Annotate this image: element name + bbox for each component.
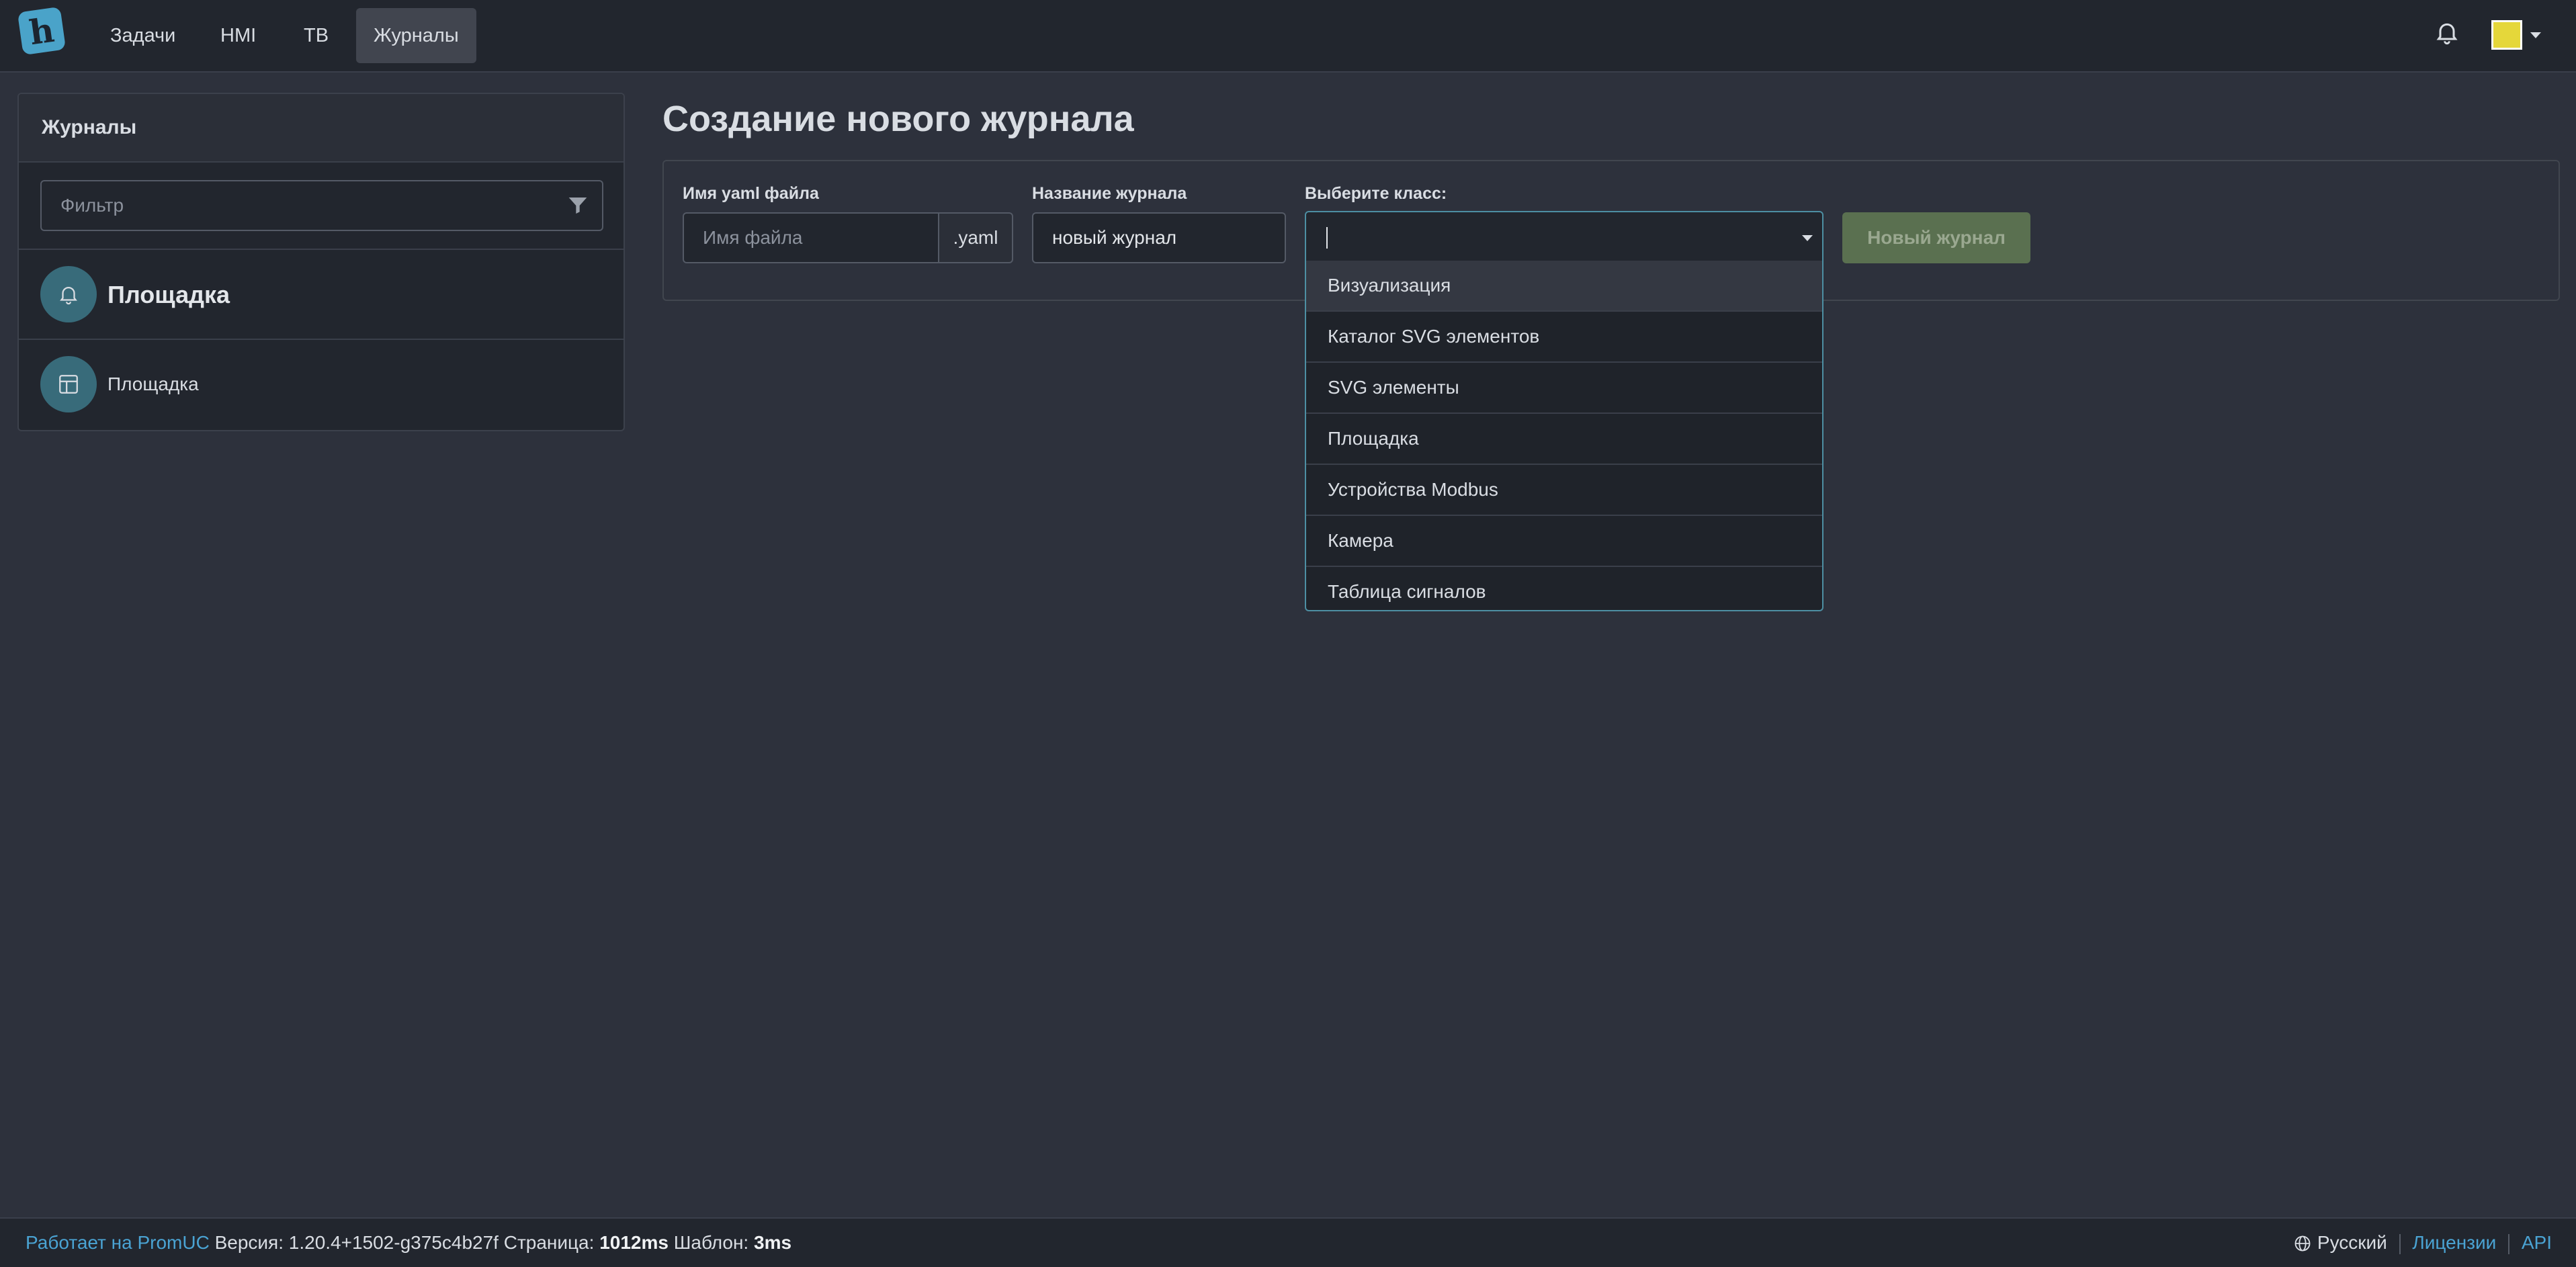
app-logo[interactable]: h: [17, 6, 67, 56]
class-option-signal-table[interactable]: Таблица сигналов: [1306, 567, 1822, 617]
page-title: Создание нового журнала: [662, 99, 1134, 139]
nav-item-hmi[interactable]: HMI: [203, 8, 273, 63]
version-label: Версия:: [214, 1232, 284, 1253]
version-value: 1.20.4+1502-g375c4b27f: [288, 1232, 499, 1253]
group-title: Площадка: [108, 281, 230, 308]
sidebar-item-ploshchadka[interactable]: Площадка: [19, 340, 624, 430]
footer-links: Русский Лицензии API: [2293, 1232, 2552, 1254]
class-option-svg-catalog[interactable]: Каталог SVG элементов: [1306, 312, 1822, 363]
table-icon: [40, 356, 97, 412]
yaml-extension-addon: .yaml: [939, 212, 1013, 263]
nav-item-tv[interactable]: ТВ: [286, 8, 346, 63]
journal-name-field[interactable]: [1032, 212, 1286, 263]
template-time-value: 3ms: [754, 1232, 792, 1253]
class-option-ploshchadka[interactable]: Площадка: [1306, 414, 1822, 465]
new-journal-button[interactable]: Новый журнал: [1842, 212, 2030, 263]
page-time-label: Страница:: [503, 1232, 595, 1253]
globe-icon: [2294, 1235, 2311, 1252]
yaml-file-field[interactable]: [683, 212, 939, 263]
sidebar-item-label: Площадка: [108, 374, 199, 394]
footer: Работает на PromUC Версия: 1.20.4+1502-g…: [0, 1217, 2576, 1267]
class-option-svg-elements[interactable]: SVG элементы: [1306, 363, 1822, 414]
text-cursor: [1326, 227, 1328, 249]
notifications-bell-icon[interactable]: [2434, 19, 2460, 46]
powered-by-link[interactable]: Работает на PromUC: [26, 1232, 210, 1253]
yaml-file-input[interactable]: [684, 214, 938, 262]
class-select-label: Выберите класс:: [1305, 184, 1447, 203]
footer-info: Работает на PromUC Версия: 1.20.4+1502-g…: [26, 1232, 791, 1254]
class-option-camera[interactable]: Камера: [1306, 516, 1822, 567]
footer-divider: [2508, 1233, 2510, 1254]
nav-item-tasks[interactable]: Задачи: [93, 8, 193, 63]
user-avatar[interactable]: [2491, 20, 2522, 50]
class-select[interactable]: [1305, 211, 1823, 262]
group-bell-icon: [40, 266, 97, 322]
language-selector[interactable]: Русский: [2317, 1232, 2387, 1253]
class-dropdown-menu: Визуализация Каталог SVG элементов SVG э…: [1305, 261, 1823, 611]
page-time-value: 1012ms: [599, 1232, 669, 1253]
class-option-visualization[interactable]: Визуализация: [1306, 261, 1822, 312]
filter-input[interactable]: [42, 181, 552, 230]
class-option-modbus-devices[interactable]: Устройства Modbus: [1306, 465, 1822, 516]
chevron-down-icon[interactable]: [1802, 235, 1813, 241]
template-time-label: Шаблон:: [673, 1232, 749, 1253]
license-link[interactable]: Лицензии: [2412, 1232, 2496, 1253]
avatar-caret-icon[interactable]: [2530, 32, 2541, 38]
footer-divider: [2399, 1233, 2401, 1254]
top-navbar: h Задачи HMI ТВ Журналы: [0, 0, 2576, 73]
journal-group-header[interactable]: Площадка: [19, 249, 624, 340]
nav-item-journals[interactable]: Журналы: [356, 8, 476, 63]
yaml-file-label: Имя yaml файла: [683, 184, 819, 203]
filter-icon[interactable]: [567, 195, 589, 216]
api-link[interactable]: API: [2522, 1232, 2552, 1253]
journals-sidebar: Журналы Площадка Площадка: [17, 93, 625, 431]
sidebar-title: Журналы: [19, 94, 624, 163]
filter-field[interactable]: [40, 180, 603, 231]
journal-name-label: Название журнала: [1032, 184, 1187, 203]
journal-name-input[interactable]: [1033, 214, 1285, 262]
